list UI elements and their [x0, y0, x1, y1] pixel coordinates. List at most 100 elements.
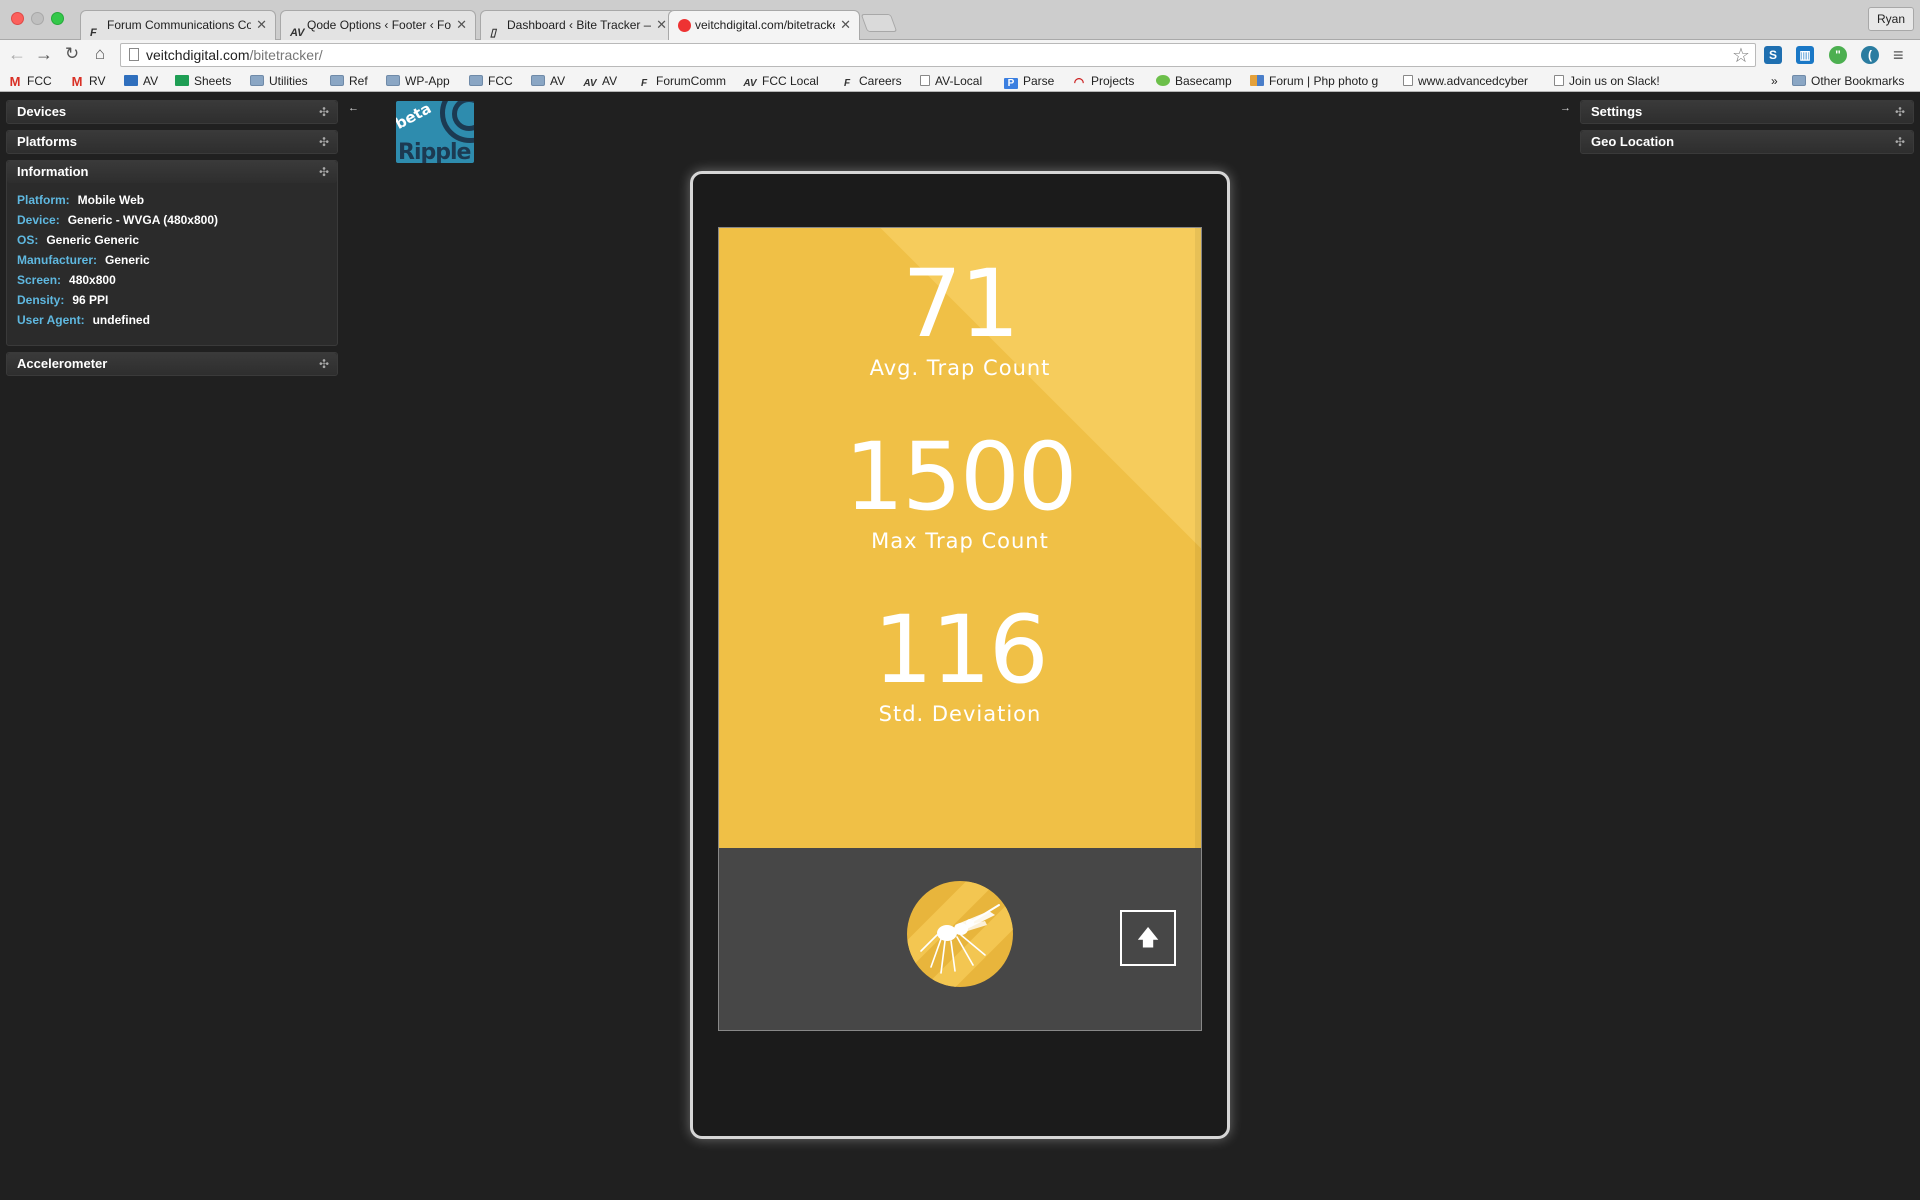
chrome-menu-icon[interactable]: ≡: [1893, 45, 1904, 66]
ripple-logo: beta Ripple: [396, 101, 474, 163]
info-value: Generic Generic: [46, 233, 140, 247]
sheets-icon: [175, 75, 189, 86]
stats-panel: 71 Avg. Trap Count 1500 Max Trap Count 1…: [719, 228, 1201, 848]
stat-value: 1500: [844, 423, 1077, 532]
bookmark-folder[interactable]: AV: [531, 73, 565, 89]
bookmarks-overflow-button[interactable]: »: [1771, 73, 1778, 89]
stat-std-deviation: 116 Std. Deviation: [719, 601, 1201, 727]
geo-location-panel[interactable]: Geo Location ✣: [1580, 130, 1914, 154]
panel-header[interactable]: Geo Location ✣: [1581, 131, 1913, 153]
pin-icon[interactable]: ✣: [319, 161, 329, 183]
arrow-up-icon: 🡅: [1136, 925, 1160, 950]
bookmark-item[interactable]: Basecamp: [1156, 73, 1232, 89]
folder-icon: [386, 75, 400, 86]
bookmark-item[interactable]: Join us on Slack!: [1554, 73, 1660, 89]
bookmark-folder[interactable]: Ref: [330, 73, 368, 89]
bookmark-folder[interactable]: WP-App: [386, 73, 450, 89]
scroll-up-button[interactable]: 🡅: [1120, 910, 1176, 966]
bookmark-item[interactable]: F Careers: [840, 73, 902, 89]
tab-title: Dashboard ‹ Bite Tracker —: [507, 18, 651, 32]
bookmark-item[interactable]: F ForumComm: [637, 73, 726, 89]
bookmark-item[interactable]: www.advancedcyber: [1403, 73, 1535, 89]
other-bookmarks-folder[interactable]: Other Bookmarks: [1792, 73, 1904, 89]
av-icon: AV: [290, 27, 305, 39]
trello-extension-icon[interactable]: ▥: [1796, 46, 1814, 64]
browser-titlebar: F Forum Communications Co ✕ AV Qode Opti…: [0, 0, 1920, 41]
gmail-icon: M: [9, 74, 21, 89]
projects-icon: ◠: [1073, 75, 1085, 89]
bookmark-item[interactable]: AV: [124, 73, 158, 89]
panel-header[interactable]: Platforms ✣: [7, 131, 337, 153]
bookmarks-bar: M FCC M RV AV Sheets Utilities Ref WP-App …: [0, 70, 1920, 92]
settings-panel[interactable]: Settings ✣: [1580, 100, 1914, 124]
window-maximize-button[interactable]: [51, 12, 64, 25]
browser-tab[interactable]: ▯ Dashboard ‹ Bite Tracker — ✕: [480, 10, 676, 40]
browser-tab[interactable]: AV Qode Options ‹ Footer ‹ For ✕: [280, 10, 476, 40]
bookmark-item[interactable]: P Parse: [1004, 73, 1054, 89]
extension-s-icon[interactable]: S: [1764, 46, 1782, 64]
tab-close-icon[interactable]: ✕: [456, 11, 467, 39]
stat-value: 116: [873, 596, 1048, 705]
address-bar[interactable]: veitchdigital.com/bitetracker/: [120, 43, 1756, 67]
browser-tab-active[interactable]: veitchdigital.com/bitetracker ✕: [668, 10, 860, 41]
collapse-left-icon[interactable]: ←: [348, 102, 359, 114]
info-value: 480x800: [69, 273, 116, 287]
logo-beta-label: beta: [396, 101, 435, 133]
info-value: Generic: [105, 253, 150, 267]
mosquito-button[interactable]: [907, 881, 1013, 987]
devices-panel[interactable]: Devices ✣: [6, 100, 338, 124]
stat-label: Std. Deviation: [878, 702, 1042, 726]
pin-icon[interactable]: ✣: [319, 131, 329, 153]
panel-header[interactable]: Accelerometer ✣: [7, 353, 337, 375]
tab-title: veitchdigital.com/bitetracker: [695, 18, 835, 32]
pin-icon[interactable]: ✣: [319, 353, 329, 375]
panel-title: Accelerometer: [17, 356, 108, 371]
info-value: Generic - WVGA (480x800): [67, 213, 218, 227]
bookmark-item[interactable]: AV FCC Local: [743, 73, 818, 89]
tab-close-icon[interactable]: ✕: [256, 11, 267, 39]
bookmark-item[interactable]: AV AV: [583, 73, 617, 89]
bookmark-folder[interactable]: FCC: [469, 73, 513, 89]
pin-icon[interactable]: ✣: [1895, 101, 1905, 123]
tab-close-icon[interactable]: ✕: [656, 11, 667, 39]
window-minimize-button[interactable]: [31, 12, 44, 25]
hangouts-extension-icon[interactable]: ": [1829, 46, 1847, 64]
bookmark-item[interactable]: Sheets: [175, 73, 231, 89]
bookmark-item[interactable]: ◠ Projects: [1072, 73, 1135, 89]
panel-title: Settings: [1591, 104, 1643, 119]
forward-icon[interactable]: →: [34, 44, 54, 64]
ripple-extension-icon[interactable]: (: [1861, 46, 1879, 64]
accelerometer-panel[interactable]: Accelerometer ✣: [6, 352, 338, 376]
stat-label: Max Trap Count: [871, 529, 1049, 553]
back-icon[interactable]: ←: [7, 44, 27, 64]
trello-icon: [124, 75, 138, 86]
info-label: User Agent:: [17, 313, 85, 327]
info-row: User Agent: undefined: [17, 310, 327, 330]
stat-max-trap-count: 1500 Max Trap Count: [719, 428, 1201, 554]
collapse-right-icon[interactable]: →: [1560, 102, 1571, 114]
bookmark-item[interactable]: M RV: [70, 73, 106, 89]
bookmark-star-icon[interactable]: ☆: [1732, 43, 1750, 68]
panel-header[interactable]: Devices ✣: [7, 101, 337, 123]
bookmark-item[interactable]: Forum | Php photo g: [1250, 73, 1386, 89]
bookmark-item[interactable]: AV-Local: [920, 73, 982, 89]
info-value: 96 PPI: [72, 293, 109, 307]
panel-header[interactable]: Settings ✣: [1581, 101, 1913, 123]
info-row: Manufacturer: Generic: [17, 250, 327, 270]
tab-close-icon[interactable]: ✕: [840, 11, 851, 39]
stat-avg-trap-count: 71 Avg. Trap Count: [719, 255, 1201, 381]
reload-icon[interactable]: ↻: [62, 44, 82, 64]
pin-icon[interactable]: ✣: [1895, 131, 1905, 153]
profile-button[interactable]: Ryan: [1867, 7, 1914, 31]
bookmark-item[interactable]: M FCC: [8, 73, 52, 89]
folder-icon: [1792, 75, 1806, 86]
new-tab-button[interactable]: [860, 14, 898, 32]
bookmark-folder[interactable]: Utilities: [250, 73, 308, 89]
folder-icon: [250, 75, 264, 86]
pin-icon[interactable]: ✣: [319, 101, 329, 123]
panel-header[interactable]: Information ✣: [7, 161, 337, 183]
platforms-panel[interactable]: Platforms ✣: [6, 130, 338, 154]
window-close-button[interactable]: [11, 12, 24, 25]
home-icon[interactable]: ⌂: [90, 44, 110, 64]
browser-tab[interactable]: F Forum Communications Co ✕: [80, 10, 276, 40]
